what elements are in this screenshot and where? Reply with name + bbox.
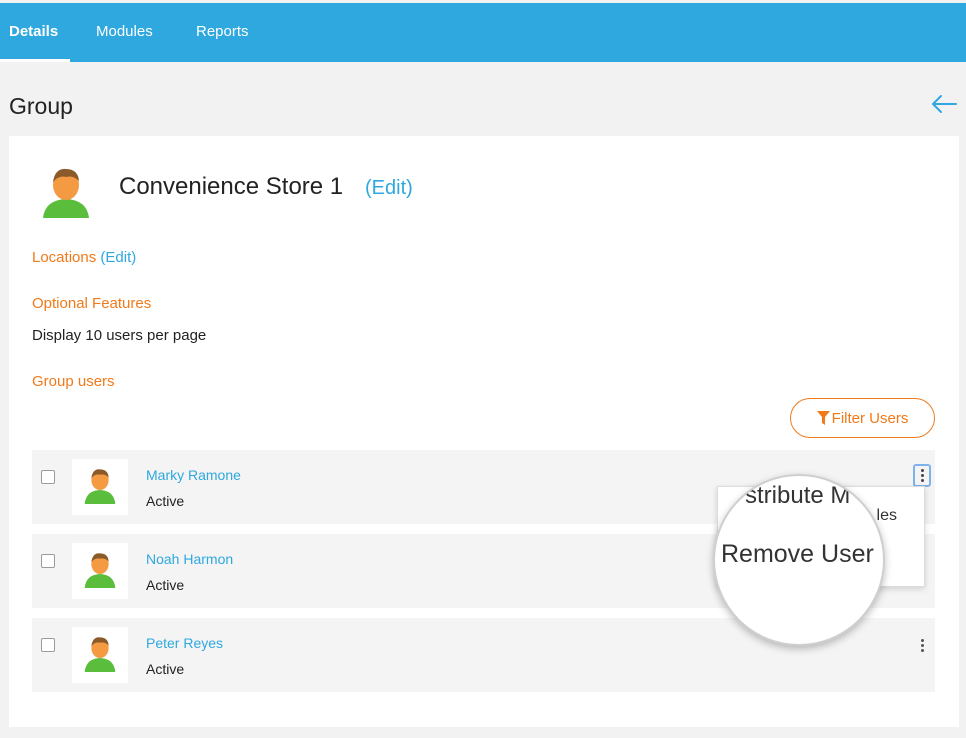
group-name: Convenience Store 1 [119, 173, 344, 200]
back-arrow-icon[interactable] [930, 92, 958, 116]
locations-label: Locations [32, 249, 97, 266]
more-options-icon[interactable] [913, 634, 931, 657]
user-name-link[interactable]: Marky Ramone [146, 467, 241, 483]
top-nav-bar: Details Modules Reports [0, 3, 966, 62]
remove-user-menu-item[interactable]: Remove User [721, 540, 874, 569]
filter-icon [816, 411, 830, 425]
locations-section: Locations (Edit) [32, 249, 136, 266]
user-checkbox[interactable] [41, 638, 55, 652]
user-avatar [72, 627, 128, 683]
locations-edit-link[interactable]: (Edit) [100, 249, 136, 266]
user-avatar [72, 459, 128, 515]
tab-reports[interactable]: Reports [196, 3, 249, 62]
filter-users-label: Filter Users [831, 409, 909, 427]
group-edit-link[interactable]: (Edit) [365, 177, 413, 200]
optional-features-label: Optional Features [32, 295, 152, 312]
user-name-link[interactable]: Peter Reyes [146, 635, 223, 651]
user-checkbox[interactable] [41, 470, 55, 484]
user-status: Active [146, 577, 185, 593]
more-options-icon[interactable] [913, 464, 931, 487]
magnifier-callout: stribute M Remove User [713, 474, 885, 646]
user-avatar-icon [84, 469, 116, 504]
user-status: Active [146, 661, 185, 677]
per-page-text: Display 10 users per page [32, 327, 207, 344]
filter-users-button[interactable]: Filter Users [790, 398, 935, 438]
magnified-distribute-text: stribute M [745, 482, 851, 509]
user-checkbox[interactable] [41, 554, 55, 568]
group-avatar-icon [43, 168, 89, 218]
user-name-link[interactable]: Noah Harmon [146, 551, 233, 567]
tab-modules[interactable]: Modules [96, 3, 153, 62]
user-avatar [72, 543, 128, 599]
user-status: Active [146, 493, 185, 509]
user-avatar-icon [84, 553, 116, 588]
user-avatar-icon [84, 637, 116, 672]
tab-details[interactable]: Details [0, 3, 70, 62]
group-users-label: Group users [32, 373, 115, 390]
page-title: Group [9, 93, 73, 119]
